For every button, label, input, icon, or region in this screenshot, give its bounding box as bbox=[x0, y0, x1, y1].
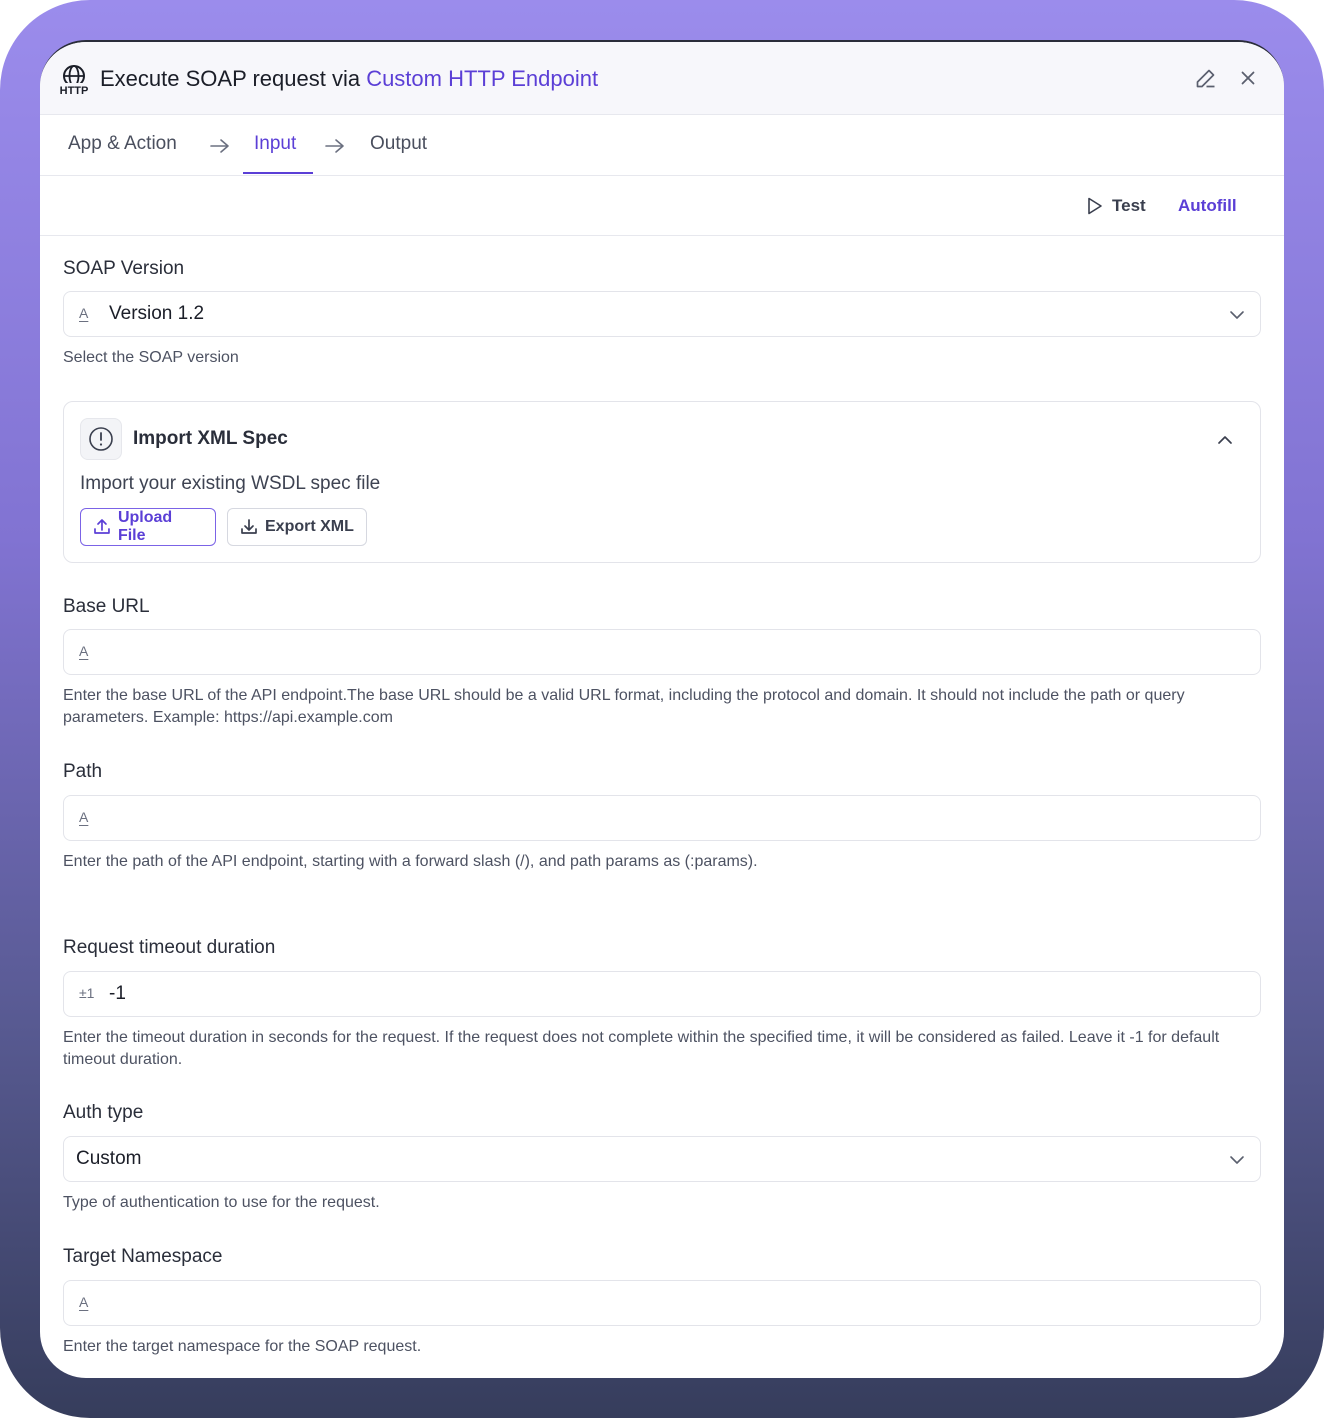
info-icon-box bbox=[80, 418, 122, 460]
tab-app-action[interactable]: App & Action bbox=[68, 133, 177, 155]
app-frame: HTTP Execute SOAP request via Custom HTT… bbox=[0, 0, 1324, 1418]
chevron-up-icon[interactable] bbox=[1216, 432, 1234, 446]
tab-output[interactable]: Output bbox=[370, 133, 427, 155]
target-namespace-label: Target Namespace bbox=[63, 1246, 223, 1267]
arrow-right-icon bbox=[210, 139, 229, 153]
soap-version-select[interactable]: A Version 1.2 bbox=[63, 291, 1261, 337]
test-button-label: Test bbox=[1112, 196, 1146, 215]
arrow-right-icon bbox=[325, 139, 344, 153]
tab-input[interactable]: Input bbox=[254, 133, 296, 155]
auth-type-label: Auth type bbox=[63, 1102, 144, 1123]
text-type-icon: A bbox=[79, 1294, 89, 1310]
chevron-down-icon bbox=[1230, 1156, 1244, 1164]
soap-version-help: Select the SOAP version bbox=[63, 349, 239, 366]
text-type-icon: A bbox=[79, 305, 89, 321]
soap-version-label: SOAP Version bbox=[63, 258, 185, 279]
number-type-icon: ±1 bbox=[79, 985, 95, 1001]
info-icon bbox=[89, 427, 113, 451]
export-xml-label: Export XML bbox=[265, 518, 354, 535]
upload-icon bbox=[94, 519, 110, 534]
dialog-title-prefix: Execute SOAP request via bbox=[100, 66, 367, 91]
import-xml-spec-title: Import XML Spec bbox=[133, 428, 288, 449]
path-label: Path bbox=[63, 761, 103, 782]
text-type-icon: A bbox=[79, 643, 89, 659]
target-namespace-input[interactable]: A bbox=[63, 1280, 1261, 1326]
autofill-button[interactable]: Autofill bbox=[1178, 196, 1237, 216]
toolbar: Test Autofill bbox=[40, 176, 1284, 236]
chevron-down-icon bbox=[1230, 311, 1244, 319]
action-config-dialog: HTTP Execute SOAP request via Custom HTT… bbox=[40, 40, 1284, 1378]
import-xml-spec-card: Import XML Spec Import your existing WSD… bbox=[63, 401, 1261, 563]
dialog-title: Execute SOAP request via Custom HTTP End… bbox=[100, 66, 598, 92]
download-icon bbox=[241, 519, 257, 534]
dialog-header: HTTP Execute SOAP request via Custom HTT… bbox=[40, 42, 1284, 115]
soap-version-value: Version 1.2 bbox=[109, 303, 205, 324]
timeout-label: Request timeout duration bbox=[63, 937, 276, 958]
http-globe-icon: HTTP bbox=[58, 65, 90, 96]
timeout-help: Enter the timeout duration in seconds fo… bbox=[63, 1029, 1220, 1068]
active-tab-indicator bbox=[243, 172, 313, 174]
path-input[interactable]: A bbox=[63, 795, 1261, 841]
base-url-label: Base URL bbox=[63, 596, 150, 617]
test-button[interactable]: Test bbox=[1086, 194, 1146, 218]
base-url-help: Enter the base URL of the API endpoint.T… bbox=[63, 687, 1185, 726]
target-namespace-help: Enter the target namespace for the SOAP … bbox=[63, 1338, 422, 1355]
upload-file-label: Upload File bbox=[117, 509, 173, 544]
edit-icon[interactable] bbox=[1194, 66, 1218, 90]
text-type-icon: A bbox=[79, 809, 89, 825]
play-icon bbox=[1088, 197, 1102, 215]
import-xml-spec-description: Import your existing WSDL spec file bbox=[80, 473, 381, 494]
export-xml-button[interactable]: Export XML bbox=[227, 508, 367, 546]
http-logo-text: HTTP bbox=[60, 85, 89, 96]
dialog-title-app: Custom HTTP Endpoint bbox=[366, 66, 599, 91]
auth-type-select[interactable]: Custom bbox=[63, 1136, 1261, 1182]
timeout-input[interactable]: ±1 -1 bbox=[63, 971, 1261, 1017]
close-icon[interactable] bbox=[1236, 66, 1260, 90]
auth-type-value: Custom bbox=[76, 1148, 142, 1169]
auth-type-help: Type of authentication to use for the re… bbox=[63, 1194, 380, 1211]
step-tabs: App & Action Input Output bbox=[40, 115, 1284, 176]
upload-file-button[interactable]: Upload File bbox=[80, 508, 216, 546]
timeout-value: -1 bbox=[109, 983, 126, 1004]
base-url-input[interactable]: A bbox=[63, 629, 1261, 675]
path-help: Enter the path of the API endpoint, star… bbox=[63, 853, 758, 870]
